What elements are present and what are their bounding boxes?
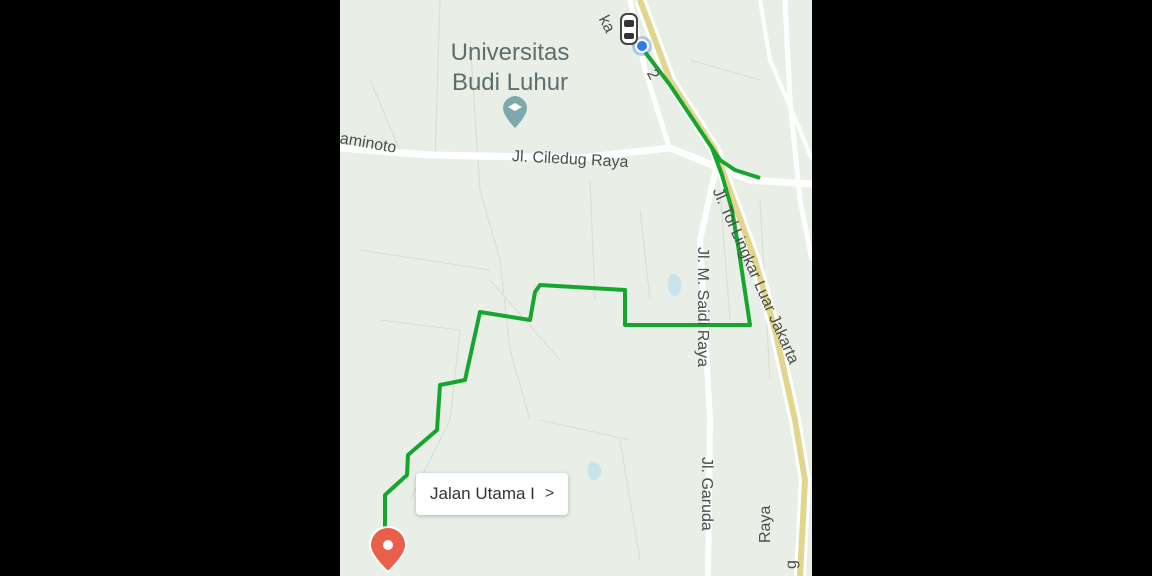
poi-name-line1: Universitas [450, 39, 570, 66]
poi-name[interactable]: Universitas Budi Luhur [410, 38, 610, 98]
graduation-cap-icon[interactable] [503, 96, 527, 128]
chevron-right-icon: > [544, 485, 555, 502]
destination-callout[interactable]: Jalan Utama I > [416, 473, 568, 515]
pond [667, 274, 682, 296]
road-label-garuda: Jl. Garuda [698, 457, 715, 531]
road-label-edge: g [783, 560, 800, 569]
poi-name-line2: Budi Luhur [451, 69, 569, 96]
pin-icon[interactable] [368, 525, 408, 574]
destination-callout-label: Jalan Utama I [430, 484, 535, 503]
road-label-saidi: Jl. M. Saidi Raya [694, 247, 711, 368]
map-view[interactable]: Universitas Budi Luhur aminoto Jl. Ciled… [340, 0, 812, 576]
location-dot [635, 39, 649, 53]
car-icon[interactable] [620, 13, 638, 45]
pond [587, 461, 602, 481]
road-label-raya: Raya [757, 505, 774, 543]
